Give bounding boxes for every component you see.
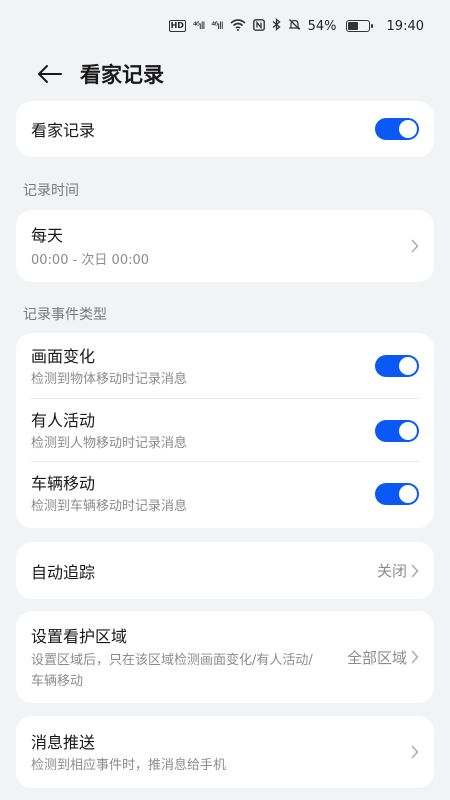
guard-zone-subtitle: 设置区域后，只在该区域检测画面变化/有人活动/车辆移动 — [31, 652, 313, 689]
push-row[interactable]: 消息推送 检测到相应事件时，推消息给手机 — [16, 716, 434, 788]
record-time-card: 每天 00:00 - 次日 00:00 — [16, 210, 434, 282]
event-text-scene-change: 画面变化 检测到物体移动时记录消息 — [31, 343, 187, 390]
toggle-knob — [399, 120, 417, 138]
record-time-range: 00:00 - 次日 00:00 — [31, 252, 150, 268]
record-time-chevron — [411, 239, 419, 253]
main-toggle-label: 看家记录 — [31, 121, 96, 140]
title-bar: 看家记录 — [0, 52, 450, 96]
main-toggle-switch[interactable] — [375, 118, 419, 140]
main-toggle-card: 看家记录 — [16, 101, 434, 157]
auto-track-card: 自动追踪 关闭 — [16, 542, 434, 599]
record-time-text: 每天 00:00 - 次日 00:00 — [31, 222, 149, 271]
auto-track-value: 关闭 — [376, 562, 407, 580]
push-text: 消息推送 检测到相应事件时，推消息给手机 — [31, 729, 226, 776]
event-sub-person-activity: 检测到人物移动时记录消息 — [31, 436, 188, 451]
battery-icon — [345, 20, 373, 32]
chevron-right-icon — [411, 745, 419, 759]
event-sub-vehicle-movement: 检测到车辆移动时记录消息 — [31, 499, 188, 514]
back-button[interactable] — [30, 54, 70, 94]
nfc-icon — [252, 18, 265, 34]
chevron-right-icon — [411, 564, 419, 577]
guard-zone-card: 设置看护区域 设置区域后，只在该区域检测画面变化/有人活动/车辆移动 全部区域 — [16, 611, 434, 703]
push-title: 消息推送 — [31, 732, 96, 752]
toggle-knob — [399, 357, 417, 375]
battery-percent: 54% — [307, 18, 337, 34]
event-title-person-activity: 有人活动 — [31, 411, 96, 430]
auto-track-row[interactable]: 自动追踪 关闭 — [16, 542, 434, 599]
bluetooth-icon — [272, 18, 281, 34]
push-card: 消息推送 检测到相应事件时，推消息给手机 — [16, 716, 434, 788]
arrow-left-icon — [38, 65, 62, 83]
event-text-person-activity: 有人活动 检测到人物移动时记录消息 — [31, 407, 187, 454]
guard-zone-title: 设置看护区域 — [31, 626, 128, 646]
toggle-person-activity[interactable] — [375, 419, 419, 442]
record-time-row[interactable]: 每天 00:00 - 次日 00:00 — [16, 210, 434, 282]
status-bar: HD ⁴⁶ıll ⁴⁶ıll 54% 19:40 — [0, 0, 450, 52]
record-time-title: 每天 — [31, 225, 64, 245]
chevron-right-icon — [411, 650, 419, 664]
sim2-signal-icon: ⁴⁶ıll — [211, 20, 223, 32]
clock: 19:40 — [386, 18, 424, 34]
toggle-scene-change[interactable] — [375, 355, 419, 377]
guard-zone-row[interactable]: 设置看护区域 设置区域后，只在该区域检测画面变化/有人活动/车辆移动 全部区域 — [16, 611, 434, 703]
mute-icon — [288, 18, 301, 34]
toggle-knob — [399, 421, 417, 440]
section-label-record-time: 记录时间 — [23, 183, 79, 199]
auto-track-value-group: 关闭 — [377, 560, 419, 581]
page-title: 看家记录 — [80, 63, 164, 87]
event-sub-scene-change: 检测到物体移动时记录消息 — [31, 371, 188, 387]
event-text-vehicle-movement: 车辆移动 检测到车辆移动时记录消息 — [31, 470, 187, 517]
chevron-right-icon — [411, 239, 419, 253]
guard-zone-text: 设置看护区域 设置区域后，只在该区域检测画面变化/有人活动/车辆移动 — [31, 623, 321, 692]
toggle-vehicle-movement[interactable] — [375, 482, 419, 505]
guard-zone-value-group: 全部区域 — [347, 647, 419, 668]
status-icons: HD ⁴⁶ıll ⁴⁶ıll 54% 19:40 — [168, 18, 424, 34]
sim1-signal-icon: ⁴⁶ıll — [192, 20, 205, 32]
event-title-scene-change: 画面变化 — [31, 346, 96, 366]
auto-track-label: 自动追踪 — [31, 562, 96, 582]
event-row-person-activity[interactable]: 有人活动 检测到人物移动时记录消息 — [16, 399, 434, 462]
section-label-event-types: 记录事件类型 — [23, 307, 107, 323]
push-subtitle: 检测到相应事件时，推消息给手机 — [31, 757, 227, 773]
toggle-knob — [399, 484, 417, 503]
event-row-scene-change[interactable]: 画面变化 检测到物体移动时记录消息 — [16, 333, 434, 399]
push-chevron — [411, 745, 419, 759]
event-types-card: 画面变化 检测到物体移动时记录消息 有人活动 检测到人物移动时记录消息 车辆移动… — [16, 333, 434, 528]
guard-zone-value: 全部区域 — [346, 648, 407, 667]
main-toggle-row[interactable]: 看家记录 — [16, 101, 434, 157]
event-title-vehicle-movement: 车辆移动 — [31, 474, 96, 493]
hd-badge: HD — [168, 20, 186, 32]
wifi-icon — [230, 18, 246, 34]
event-row-vehicle-movement[interactable]: 车辆移动 检测到车辆移动时记录消息 — [16, 462, 434, 525]
